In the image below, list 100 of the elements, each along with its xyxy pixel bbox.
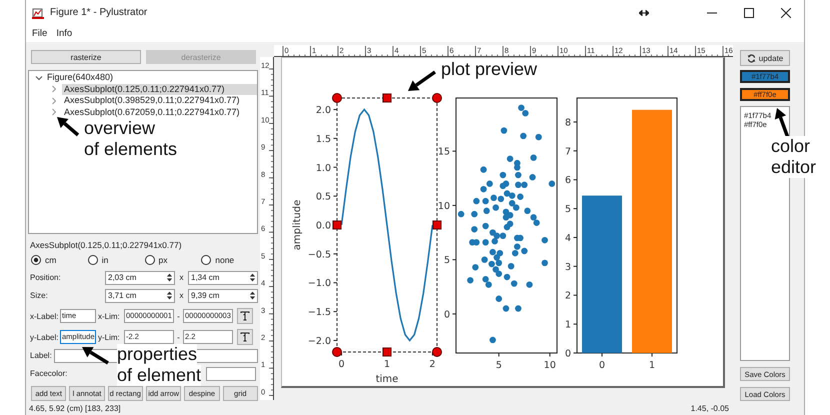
tick-label: 2 (429, 359, 436, 370)
data-point (496, 296, 502, 302)
annotation-text: of element (117, 365, 202, 386)
tick-label: 1.0 (316, 162, 331, 174)
maximize-icon[interactable] (744, 8, 754, 18)
chevron-icon[interactable] (35, 74, 43, 82)
chart[interactable]: 0 5 10 15 5 10 (438, 98, 557, 371)
spin-field[interactable]: 9,39 cm (188, 288, 258, 303)
annotation-text: plot preview (441, 59, 538, 80)
arrow (57, 117, 80, 136)
spin-arrows-icon[interactable] (249, 290, 256, 302)
menu-item[interactable]: File (32, 28, 48, 39)
tick-mark (333, 311, 338, 312)
tick-mark (573, 236, 578, 238)
radio-button[interactable] (201, 255, 212, 266)
spin-field[interactable]: 3,71 cm (105, 288, 175, 303)
tick-label: 1.5 (316, 134, 331, 145)
tick-label: 0 (338, 359, 345, 370)
limit-button[interactable] (237, 308, 253, 324)
data-point (471, 226, 478, 232)
tick-label: 0.5 (316, 192, 331, 203)
spin-field[interactable]: 1,34 cm (188, 270, 258, 285)
annotation-text: editor (771, 157, 816, 178)
tick-label: 10 (438, 200, 450, 212)
resize-icon[interactable] (639, 10, 649, 16)
properties-title: AxesSubplot(0.125,0.11;0.227941x0.77) (29, 239, 183, 252)
data-point (517, 194, 524, 200)
data-point (542, 236, 548, 244)
radio-button[interactable] (31, 255, 41, 266)
data-point (526, 281, 533, 288)
data-point (500, 127, 508, 134)
separator-text: x (178, 273, 184, 282)
data-point (467, 277, 474, 284)
data-point (515, 305, 522, 312)
tick-label: 4 (564, 232, 571, 244)
tick-mark (573, 324, 578, 325)
spin-arrows-icon[interactable] (166, 272, 173, 284)
tick-label: 5 (444, 255, 450, 266)
tick-label: 10 (544, 360, 556, 371)
data-point (500, 172, 506, 178)
chart[interactable]: 0 1 2 3 4 5 6 7 8 0 1 (564, 98, 677, 371)
arrow (408, 70, 436, 91)
tick-label: 8 (564, 117, 571, 128)
data-point (520, 132, 527, 140)
tick-label: −1.5 (308, 307, 331, 318)
tick-mark (573, 294, 578, 296)
annotation-text: properties (117, 344, 198, 365)
input-field[interactable] (206, 366, 256, 381)
tick-label: −1.0 (308, 278, 331, 290)
axis-limit-icon (240, 332, 250, 342)
data-point (490, 336, 496, 344)
spin-arrows-icon[interactable] (166, 290, 173, 302)
data-point (471, 210, 478, 218)
field-label: Facecolor: (30, 369, 68, 378)
data-point (502, 305, 510, 312)
tick-mark (452, 259, 456, 260)
chart[interactable]: −2.0 −1.5 −1.0 −0.5 0.0 0.5 1.0 1.5 2.0 0 1 2 time amplitude (292, 105, 436, 385)
update-button[interactable]: update (740, 50, 790, 66)
tick-mark (333, 138, 338, 139)
tick-mark (452, 313, 456, 314)
tick-label: 15 (438, 146, 450, 158)
tick-mark (452, 204, 456, 206)
tree-item[interactable]: AxesSubplot(0.398529,0.11;0.227941x0.77) (62, 95, 257, 106)
arrow (774, 108, 790, 139)
data-point (482, 239, 489, 246)
axis-limit-icon (240, 311, 250, 322)
tree-item[interactable]: AxesSubplot(0.672059,0.11;0.227941x0.77) (62, 106, 257, 118)
tick-mark (452, 150, 456, 152)
tick-label: 5 (564, 204, 571, 216)
app-icon (32, 6, 44, 18)
tick-label: 1 (648, 360, 656, 371)
tick-mark (498, 352, 500, 357)
tick-label: −0.5 (308, 249, 331, 260)
tick-label: 6 (564, 175, 571, 186)
limit-button[interactable] (237, 329, 253, 346)
data-point (535, 134, 542, 140)
data-point (492, 204, 499, 211)
tick-mark (333, 253, 338, 254)
data-point (483, 208, 490, 214)
raster-button[interactable]: rasterize (31, 50, 141, 64)
data-point (482, 198, 489, 204)
menu-item[interactable]: Info (56, 28, 72, 39)
field-label: Label: (30, 351, 53, 360)
tick-label: 7 (564, 146, 571, 158)
tick-label: 0 (444, 309, 450, 320)
data-point (542, 260, 548, 266)
spin-field[interactable]: 2,03 cm (105, 270, 175, 285)
close-icon[interactable] (780, 8, 790, 18)
spin-arrows-icon[interactable] (249, 272, 256, 284)
field-label: Size: (30, 291, 49, 300)
radio-button[interactable] (144, 255, 154, 266)
tree-item[interactable]: Figure(640x480) (47, 72, 114, 84)
tick-label: −2.0 (308, 336, 331, 347)
radio-button[interactable] (88, 255, 98, 266)
tick-mark (573, 179, 578, 180)
tick-mark (333, 282, 338, 284)
tick-mark (573, 150, 578, 152)
separator-text: x (178, 291, 184, 300)
tree-item[interactable]: AxesSubplot(0.125,0.11;0.227941x0.77) (62, 84, 257, 95)
tick-label: 0 (564, 348, 571, 360)
